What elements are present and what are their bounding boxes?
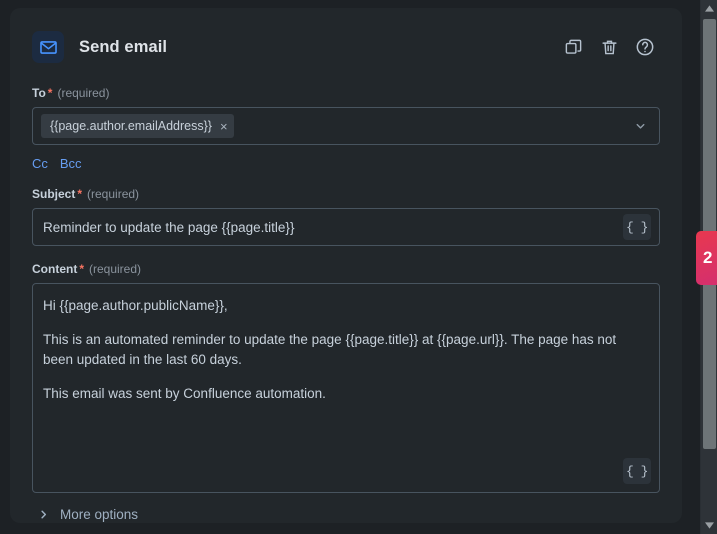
cc-bcc-links: Cc Bcc — [32, 156, 660, 171]
card-content: Send email To * (required) {{page.author… — [10, 8, 682, 523]
chevron-down-icon[interactable] — [634, 120, 647, 133]
subject-required-text: (required) — [87, 187, 140, 201]
subject-input[interactable]: Reminder to update the page {{page.title… — [32, 208, 660, 246]
header-actions — [562, 36, 660, 58]
envelope-icon — [32, 31, 64, 63]
subject-label-text: Subject — [32, 187, 76, 201]
bcc-link[interactable]: Bcc — [60, 156, 82, 171]
close-icon[interactable]: × — [220, 120, 228, 133]
subject-value: Reminder to update the page {{page.title… — [43, 219, 295, 235]
to-required-star: * — [47, 86, 53, 100]
content-label-text: Content — [32, 262, 78, 276]
delete-icon[interactable] — [598, 36, 620, 58]
content-paragraph: This is an automated reminder to update … — [43, 331, 617, 367]
to-field-label: To * (required) — [32, 86, 660, 100]
smart-values-icon[interactable]: { } — [623, 214, 651, 240]
more-options-label: More options — [60, 507, 139, 522]
to-input[interactable]: {{page.author.emailAddress}} × — [32, 107, 660, 145]
feedback-tab[interactable]: 2 — [696, 231, 717, 285]
more-options-toggle[interactable]: More options — [32, 507, 660, 522]
content-required-star: * — [79, 262, 84, 276]
smart-values-icon[interactable]: { } — [623, 458, 651, 484]
subject-field-label: Subject * (required) — [32, 187, 660, 201]
triangle-down-icon[interactable] — [701, 517, 717, 534]
recipient-chip[interactable]: {{page.author.emailAddress}} × — [41, 114, 234, 138]
page-title: Send email — [79, 37, 168, 56]
help-icon[interactable] — [634, 36, 656, 58]
content-field-label: Content * (required) — [32, 262, 660, 276]
content-paragraph: This email was sent by Confluence automa… — [43, 385, 326, 401]
content-textarea[interactable]: Hi {{page.author.publicName}}, This is a… — [32, 283, 660, 493]
recipient-chip-label: {{page.author.emailAddress}} — [50, 119, 212, 133]
cc-link[interactable]: Cc — [32, 156, 48, 171]
send-email-action-card: Send email To * (required) {{page.author… — [10, 8, 682, 523]
content-required-text: (required) — [89, 262, 142, 276]
to-required-text: (required) — [57, 86, 110, 100]
chevron-right-icon — [38, 509, 49, 520]
screen: Send email To * (required) {{page.author… — [0, 0, 717, 534]
duplicate-icon[interactable] — [562, 36, 584, 58]
card-header: Send email — [32, 28, 660, 66]
content-paragraph: Hi {{page.author.publicName}}, — [43, 298, 228, 313]
subject-required-star: * — [77, 187, 83, 201]
triangle-up-icon[interactable] — [701, 0, 717, 17]
to-label-text: To — [32, 86, 46, 100]
